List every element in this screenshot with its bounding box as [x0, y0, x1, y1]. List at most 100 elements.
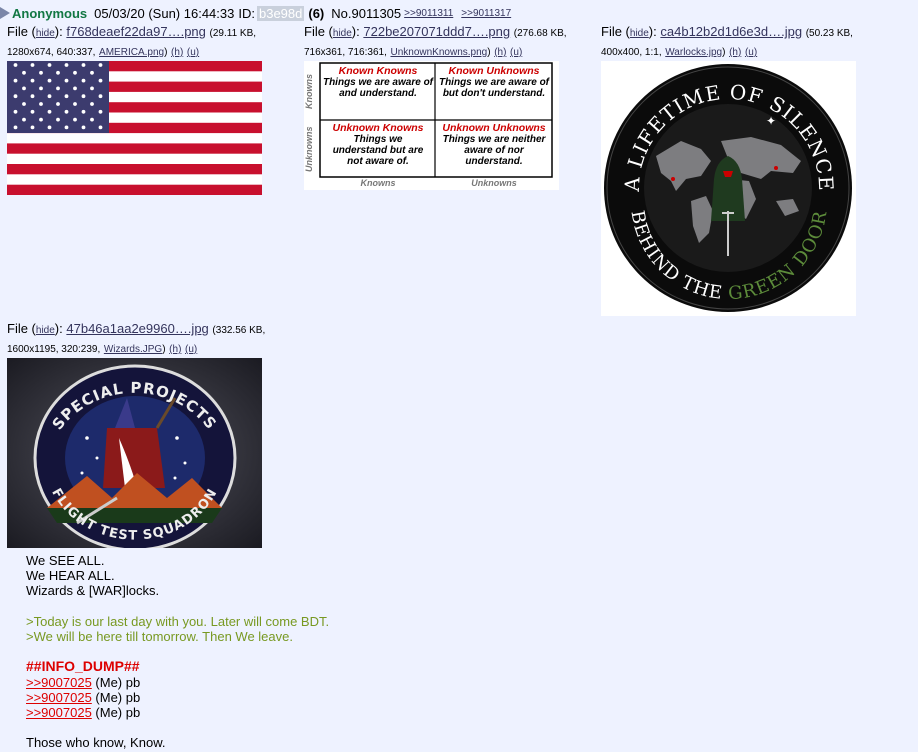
flag-star — [73, 70, 77, 75]
hide-link[interactable]: hide — [333, 28, 352, 39]
flag-star — [56, 117, 60, 122]
flag-star — [81, 125, 86, 130]
file-size: (332.56 KB, — [212, 325, 266, 336]
flag-star — [22, 86, 26, 91]
original-filename[interactable]: Warlocks.jpg — [665, 47, 722, 58]
backlink-2[interactable]: >>9011317 — [461, 8, 511, 19]
matrix-cell-known-knowns: Known Knowns Things we are aware of and … — [322, 65, 434, 99]
flag-star — [56, 86, 60, 91]
flag-star — [47, 78, 52, 83]
file-h-link[interactable]: (h) — [169, 344, 181, 355]
flag-star — [39, 70, 43, 75]
original-filename[interactable]: UnknownKnowns.png — [390, 47, 487, 58]
flag-star — [13, 109, 18, 114]
file-info-3: File (hide): ca4b12b2d1d6e3d….jpg (50.23… — [601, 24, 853, 58]
wizards-patch-image: SPECIAL PROJECTS FLIGHT TEST SQUADRON — [7, 358, 262, 548]
message-blank — [26, 720, 329, 735]
hide-link[interactable]: hide — [630, 28, 649, 39]
flag-star — [22, 102, 26, 106]
flag-star — [13, 63, 18, 67]
file-link[interactable]: f768deaef22da97….png — [66, 24, 206, 39]
thumbnail-america-flag[interactable] — [7, 61, 262, 195]
flag-star — [90, 70, 94, 75]
star-icon: ✦ — [766, 114, 776, 128]
quote-link[interactable]: >>9007025 — [26, 705, 92, 720]
file-u-link[interactable]: (u) — [187, 47, 199, 58]
flag-star — [39, 117, 43, 122]
info-dump-heading: ##INFO_DUMP## — [26, 658, 140, 675]
post-number[interactable]: No.9011305 — [331, 6, 401, 21]
flag-star — [98, 125, 103, 130]
cell-body: Things we understand but are not aware o… — [332, 134, 424, 167]
matrix-cell-known-unknowns: Known Unknowns Things we are aware of bu… — [437, 65, 551, 99]
flag-star — [47, 125, 52, 130]
flag-star — [47, 94, 52, 99]
flag-star — [73, 102, 77, 106]
flag-star — [13, 78, 18, 83]
quote-link[interactable]: >>9007025 — [26, 690, 92, 705]
file-colon: ): — [648, 24, 657, 39]
flag-star — [90, 102, 94, 106]
file-h-link[interactable]: (h) — [729, 47, 741, 58]
flag-star — [30, 125, 35, 130]
flag-star — [98, 109, 103, 114]
flag-star — [81, 109, 86, 114]
quote-link-line: >>9007025 (Me) pb — [26, 690, 329, 705]
flag-star — [64, 94, 69, 99]
message-line: We HEAR ALL. — [26, 568, 115, 584]
matrix-cell-unknown-unknowns: Unknown Unknowns Things we are neither a… — [437, 122, 551, 167]
file-size: (276.68 KB, — [513, 28, 567, 39]
quote-link-suffix: (Me) pb — [91, 704, 141, 720]
file-prefix: File ( — [601, 24, 630, 39]
post-datetime: 05/03/20 (Sun) 16:44:33 — [94, 6, 235, 22]
file-h-link[interactable]: (h) — [494, 47, 506, 58]
flag-star — [98, 63, 103, 67]
thumbnail-warlocks-patch[interactable]: A LIFETIME OF SILENCE BEHIND THE GREEN D… — [601, 61, 856, 316]
file-u-link[interactable]: (u) — [745, 47, 757, 58]
quote-link-line: >>9007025 (Me) pb — [26, 675, 329, 690]
message-line: Wizards & [WAR]locks. — [26, 583, 160, 599]
flag-star — [64, 63, 69, 67]
matrix-cell-unknown-knowns: Unknown Knowns Things we understand but … — [322, 122, 434, 167]
file-link[interactable]: 47b46a1aa2e9960….jpg — [66, 321, 208, 336]
quote-link[interactable]: >>9007025 — [26, 675, 92, 690]
id-post-count: (6) — [308, 6, 325, 22]
hide-link[interactable]: hide — [36, 325, 55, 336]
greentext-line: >We will be here till tomorrow. Then We … — [26, 628, 293, 644]
hide-link[interactable]: hide — [36, 28, 55, 39]
original-filename[interactable]: AMERICA.png — [99, 47, 164, 58]
message-line: We SEE ALL. — [26, 553, 105, 568]
flag-star — [64, 78, 69, 83]
cell-body: Things we are neither aware of nor under… — [442, 134, 546, 167]
file-size: (50.23 KB, — [805, 28, 853, 39]
file-link[interactable]: 722be207071ddd7….png — [363, 24, 510, 39]
thumbnail-wizards-patch[interactable]: SPECIAL PROJECTS FLIGHT TEST SQUADRON — [7, 358, 262, 548]
backlink-1[interactable]: >>9011311 — [404, 8, 453, 19]
flag-star — [81, 94, 86, 99]
cell-title: Unknown Unknowns — [442, 122, 546, 134]
post-arrow-icon[interactable] — [0, 6, 10, 19]
cell-title: Unknown Knowns — [332, 122, 424, 134]
thumbnail-unknown-knowns[interactable]: Knowns Unknowns Known Knowns Things we a… — [304, 61, 559, 190]
file-u-link[interactable]: (u) — [185, 344, 197, 355]
flag-star — [81, 78, 86, 83]
file-info-1: File (hide): f768deaef22da97….png (29.11… — [7, 24, 257, 58]
cell-body: Things we are aware of but don't underst… — [438, 77, 550, 99]
warlocks-patch-image: A LIFETIME OF SILENCE BEHIND THE GREEN D… — [604, 64, 852, 312]
cell-body: Things we are aware of and understand. — [322, 77, 434, 99]
poster-id[interactable]: b3e98d — [256, 6, 305, 22]
file-u-link[interactable]: (u) — [510, 47, 522, 58]
flag-star — [64, 109, 69, 114]
flag-star — [81, 63, 86, 67]
original-filename[interactable]: Wizards.JPG — [104, 344, 162, 355]
cell-title: Known Unknowns — [448, 65, 540, 77]
flag-star — [90, 86, 94, 91]
quote-link-line: >>9007025 (Me) pb — [26, 705, 329, 720]
quote-link-suffix: (Me) pb — [91, 689, 141, 705]
flag-star — [13, 125, 18, 130]
flag-star — [98, 94, 103, 99]
row-label-unknowns: Unknowns — [304, 126, 314, 172]
file-h-link[interactable]: (h) — [171, 47, 183, 58]
flag-star — [64, 125, 69, 130]
file-link[interactable]: ca4b12b2d1d6e3d….jpg — [660, 24, 802, 39]
